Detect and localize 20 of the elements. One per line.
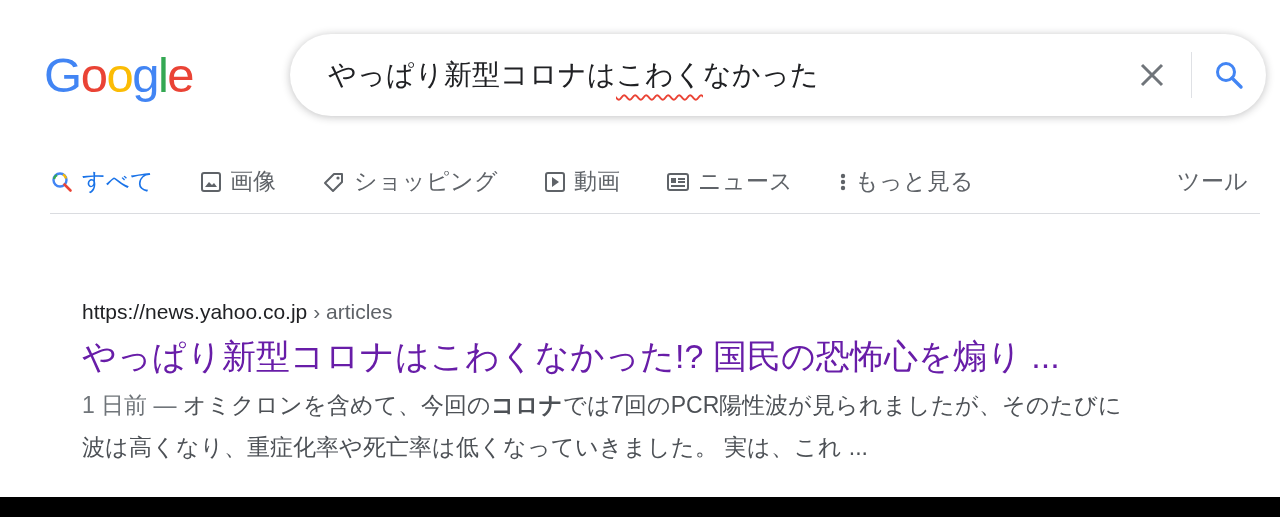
search-tab[interactable]: すべて xyxy=(50,155,154,214)
result-title-link[interactable]: やっぱり新型コロナはこわくなかった!? 国民の恐怖心を煽り ... xyxy=(82,334,1280,380)
result-url[interactable]: https://news.yahoo.co.jp xyxy=(82,300,308,323)
search-icon xyxy=(50,169,74,194)
google-logo[interactable]: Google xyxy=(44,47,208,103)
search-tab[interactable]: ショッピング xyxy=(322,155,498,214)
play-icon xyxy=(544,170,566,193)
search-tab[interactable]: 動画 xyxy=(544,155,620,214)
result-breadcrumb: › articles xyxy=(313,300,393,323)
search-tab[interactable]: もっと見る xyxy=(839,155,974,214)
newspaper-icon xyxy=(666,171,690,192)
search-tab[interactable]: ニュース xyxy=(666,155,793,214)
close-icon[interactable] xyxy=(1139,62,1165,88)
tools-button[interactable]: ツール xyxy=(1177,166,1248,203)
search-field[interactable]: やっぱり新型コロナは こわく なかった xyxy=(290,34,1266,116)
search-icon[interactable] xyxy=(1214,60,1244,90)
result-snippet: 1 日前 — オミクロンを含めて、今回のコロナでは7回のPCR陽性波が見られましたが、そのたびに波は高くなり、重症化率や死亡率は低くなっていきました。 実は、これ ... xyxy=(82,391,1124,462)
search-query: やっぱり新型コロナは こわく なかった xyxy=(328,58,820,92)
image-icon xyxy=(200,170,222,193)
search-tab[interactable]: 画像 xyxy=(200,155,276,214)
